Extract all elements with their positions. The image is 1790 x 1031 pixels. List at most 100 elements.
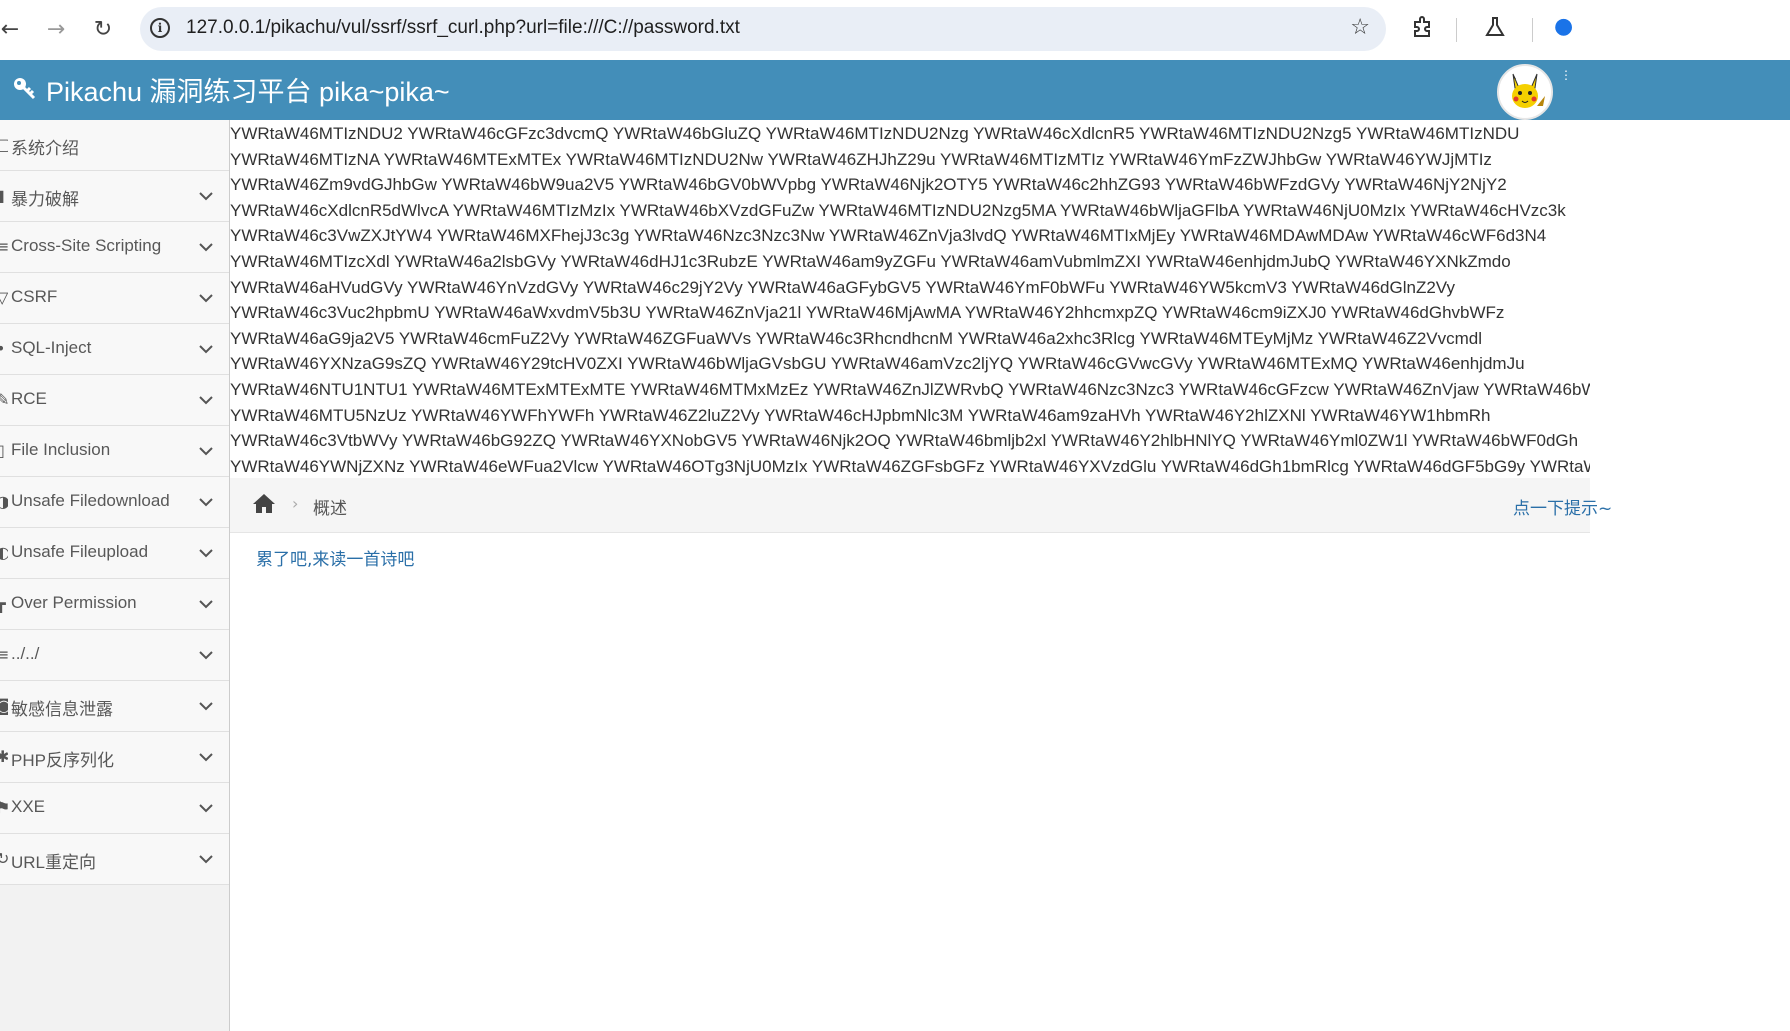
toolbar-divider — [1456, 18, 1457, 42]
labs-flask-icon[interactable] — [1482, 14, 1508, 46]
pencil-icon: ✎ — [0, 391, 8, 409]
curl-output-line: YWRtaW46MTU5NzUz YWRtaW46YWFhYWFh YWRtaW… — [230, 405, 1491, 425]
sidebar-item-label: Over Permission — [11, 593, 137, 612]
chevron-down-icon[interactable] — [196, 288, 216, 308]
brand[interactable]: Pikachu 漏洞练习平台 pika~pika~ — [12, 70, 450, 109]
sidebar-item[interactable]: ▯ File Inclusion — [0, 426, 229, 477]
sidebar-item[interactable]: ◐ Unsafe Fileupload — [0, 528, 229, 579]
chevron-down-icon[interactable] — [196, 441, 216, 461]
back-arrow-icon[interactable]: ← — [0, 14, 26, 46]
extensions-icon[interactable] — [1410, 14, 1436, 46]
curl-output: YWRtaW46MTIzNDU2 YWRtaW46cGFzc3dvcmQ YWR… — [230, 121, 1590, 478]
download-icon: ◑ — [0, 493, 8, 511]
refresh-icon: ↻ — [0, 850, 8, 868]
sidebar-item-label: File Inclusion — [11, 440, 111, 459]
curl-output-line: YWRtaW46YWNjZXNz YWRtaW46eWFua2Vlcw YWRt… — [230, 456, 1590, 476]
sidebar-item-label: 敏感信息泄露 — [11, 700, 113, 719]
curl-output-line: YWRtaW46MTIzcXdl YWRtaW46a2lsbGVy YWRtaW… — [230, 251, 1511, 271]
list-icon: ≡ — [0, 646, 8, 664]
chevron-down-icon[interactable] — [196, 696, 216, 716]
sidebar-item-label: PHP反序列化 — [11, 751, 114, 770]
chevron-down-icon[interactable] — [196, 390, 216, 410]
curl-output-line: YWRtaW46MTIzNA YWRtaW46MTExMTEx YWRtaW46… — [230, 149, 1492, 169]
sidebar-item[interactable]: ◙ 敏感信息泄露 — [0, 681, 229, 732]
curl-output-line: YWRtaW46aHVudGVy YWRtaW46YnVzdGVy YWRtaW… — [230, 277, 1455, 297]
lock-icon: ▮ — [0, 187, 5, 205]
address-bar[interactable]: i 127.0.0.1/pikachu/vul/ssrf/ssrf_curl.p… — [140, 7, 1386, 51]
toolbar-divider — [1532, 18, 1533, 42]
browser-toolbar: ← → ↻ i 127.0.0.1/pikachu/vul/ssrf/ssrf_… — [0, 0, 1790, 60]
home-icon[interactable] — [252, 492, 276, 514]
curl-output-line: YWRtaW46c3VtbWVy YWRtaW46bG92ZQ YWRtaW46… — [230, 431, 1579, 451]
curl-output-line: YWRtaW46c3VwZXJtYW4 YWRtaW46MXFhejJ3c3g … — [230, 226, 1547, 246]
chevron-down-icon[interactable] — [196, 849, 216, 869]
sidebar-item-label: Unsafe Fileupload — [11, 542, 149, 561]
sidebar-item-label: URL重定向 — [11, 853, 97, 872]
user-menu-edge[interactable]: ⋮ — [1560, 68, 1572, 112]
chevron-down-icon[interactable] — [196, 747, 216, 767]
breadcrumb: › 概述 点一下提示~ — [230, 478, 1612, 533]
camera-icon: ◙ — [0, 697, 8, 715]
site-info-icon[interactable]: i — [150, 18, 170, 38]
poem-link[interactable]: 累了吧,来读一首诗吧 — [256, 545, 414, 570]
desktop-icon: ▢ — [0, 136, 8, 154]
reload-icon[interactable]: ↻ — [87, 14, 119, 46]
sidebar-item[interactable]: ▮ 暴力破解 — [0, 171, 229, 222]
curl-output-line: YWRtaW46Zm9vdGJhbGw YWRtaW46bW9ua2V5 YWR… — [230, 175, 1507, 195]
sidebar-item[interactable]: ▽ CSRF — [0, 273, 229, 324]
sidebar: ▢系统介绍▮暴力破解≡Cross-Site Scripting▽CSRF•SQL… — [0, 120, 230, 1031]
sidebar-item[interactable]: •SQL-Inject — [0, 324, 229, 375]
chevron-down-icon[interactable] — [196, 594, 216, 614]
sidebar-item[interactable]: ≡ ../../ — [0, 630, 229, 681]
file-icon: ▯ — [0, 442, 5, 460]
sidebar-item-label: Cross-Site Scripting — [11, 236, 162, 255]
sidebar-item-label: Unsafe Filedownload — [11, 491, 170, 510]
sidebar-item[interactable]: ▢ 系统介绍 — [0, 120, 229, 171]
sidebar-item-label: RCE — [11, 389, 47, 408]
chevron-down-icon[interactable] — [196, 237, 216, 257]
sidebar-item[interactable]: ◑ Unsafe Filedownload — [0, 477, 229, 528]
sidebar-item[interactable]: ✎ RCE — [0, 375, 229, 426]
curl-output-line: YWRtaW46YXNzaG9sZQ YWRtaW46Y29tcHV0ZXI Y… — [230, 354, 1525, 374]
chevron-right-icon: › — [292, 494, 299, 513]
address-bar-url[interactable]: 127.0.0.1/pikachu/vul/ssrf/ssrf_curl.php… — [186, 17, 740, 39]
curl-output-line: YWRtaW46c3Vuc2hpbmU YWRtaW46aWxvdmV5b3U … — [230, 303, 1505, 323]
upload-icon: ◐ — [0, 544, 8, 562]
sidebar-item[interactable]: ✱ PHP反序列化 — [0, 732, 229, 783]
chevron-down-icon[interactable] — [196, 645, 216, 665]
breadcrumb-current: 概述 — [313, 499, 347, 519]
chevron-down-icon[interactable] — [196, 543, 216, 563]
cogs-icon: ✱ — [0, 748, 8, 766]
sidebar-item-label: ../../ — [11, 644, 40, 663]
profile-icon[interactable]: ● — [1554, 14, 1573, 39]
sidebar-item[interactable]: ⚑ XXE — [0, 783, 229, 834]
fire-icon: • — [0, 340, 8, 358]
curl-output-line: YWRtaW46cXdlcnR5dWlvcA YWRtaW46MTIzMzIx … — [230, 200, 1566, 220]
user-avatar[interactable] — [1497, 64, 1553, 120]
curl-output-line: YWRtaW46aG9ja2V5 YWRtaW46cmFuZ2Vy YWRtaW… — [230, 328, 1483, 348]
chevron-down-icon[interactable] — [196, 339, 216, 359]
glass-icon: ▽ — [0, 289, 8, 307]
sidebar-item[interactable]: ≡ Cross-Site Scripting — [0, 222, 229, 273]
forward-arrow-icon[interactable]: → — [40, 14, 72, 46]
sidebar-item-label: SQL-Inject — [11, 338, 92, 357]
list-icon: ≡ — [0, 238, 8, 256]
chevron-down-icon[interactable] — [196, 798, 216, 818]
sidebar-item-label: CSRF — [11, 287, 58, 306]
sidebar-item-label: XXE — [11, 797, 46, 816]
key-icon — [12, 75, 38, 108]
sidebar-item[interactable]: ┳ Over Permission — [0, 579, 229, 630]
bookmark-star-icon[interactable]: ☆ — [1350, 15, 1370, 40]
chevron-down-icon[interactable] — [196, 492, 216, 512]
sidebar-item-label: 暴力破解 — [11, 190, 79, 209]
brand-title: Pikachu 漏洞练习平台 pika~pika~ — [46, 77, 450, 107]
app-navbar: Pikachu 漏洞练习平台 pika~pika~ ⋮ — [0, 60, 1790, 120]
sidebar-item[interactable]: ↻ URL重定向 — [0, 834, 229, 885]
flag-icon: ⚑ — [0, 799, 8, 817]
curl-output-line: YWRtaW46NTU1NTU1 YWRtaW46MTExMTExMTE YWR… — [230, 379, 1590, 399]
key-icon: ┳ — [0, 595, 6, 613]
sidebar-item-label: 系统介绍 — [11, 139, 79, 158]
hint-link[interactable]: 点一下提示~ — [1513, 494, 1612, 519]
chevron-down-icon[interactable] — [196, 186, 216, 206]
curl-output-line: YWRtaW46MTIzNDU2 YWRtaW46cGFzc3dvcmQ YWR… — [230, 124, 1520, 143]
